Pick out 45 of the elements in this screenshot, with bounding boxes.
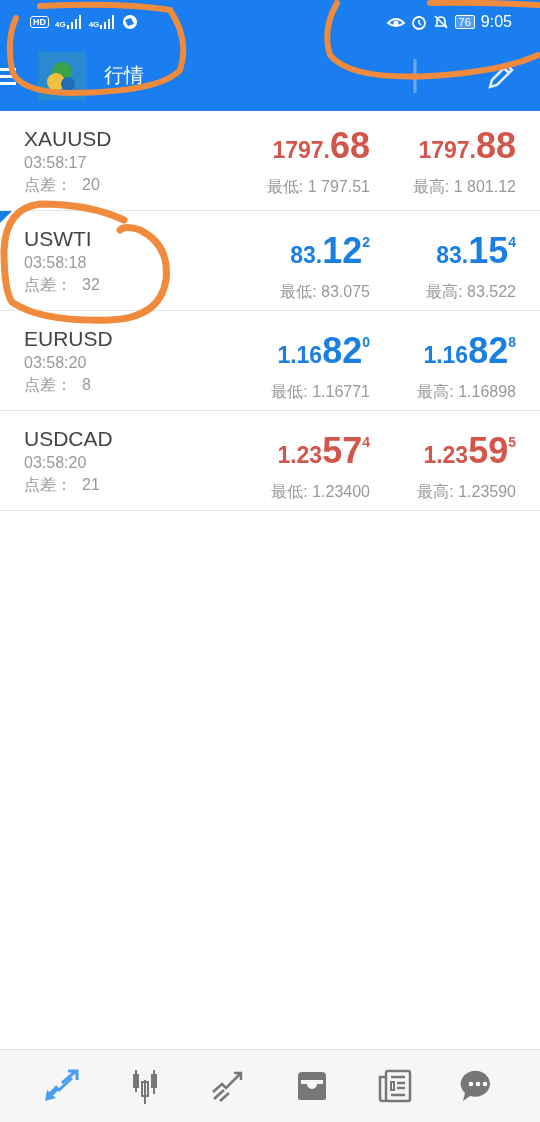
- network-label: 4G: [88, 20, 100, 29]
- signal-icon: [66, 15, 83, 29]
- screen-title: 行情: [104, 63, 144, 88]
- spread-label: 点差：: [24, 474, 72, 495]
- high-price: 最高: 1.23590: [417, 481, 516, 502]
- globe-icon: [122, 14, 139, 30]
- quote-time: 03:58:20: [24, 352, 88, 373]
- quote-time: 03:58:18: [24, 252, 88, 273]
- bid-price: 83.12$^{2}$: [290, 228, 370, 273]
- symbol-name: USWTI: [24, 225, 93, 252]
- spread-label: 点差：: [24, 374, 72, 395]
- ask-price: 1.1682$^{8}$: [423, 328, 516, 373]
- spread-label: 点差：: [24, 174, 72, 195]
- spread-value: 8: [82, 374, 91, 395]
- high-price: 最高: 1.16898: [417, 381, 516, 402]
- menu-icon[interactable]: [0, 66, 16, 85]
- low-price: 最低: 1.16771: [271, 381, 370, 402]
- spread-value: 21: [82, 474, 100, 495]
- high-price: 最高: 83.522: [426, 281, 516, 302]
- signal-icon: [100, 15, 117, 29]
- symbol-name: XAUUSD: [24, 125, 113, 152]
- quote-time: 03:58:17: [24, 152, 88, 173]
- spread-value: 32: [82, 274, 100, 295]
- ask-price: 1797.88: [418, 124, 516, 168]
- eye-icon: [386, 15, 405, 29]
- symbol-name: EURUSD: [24, 325, 114, 352]
- ask-price: 83.15$^{4}$: [436, 228, 516, 273]
- symbol-name: USDCAD: [24, 425, 114, 452]
- spread-label: 点差：: [24, 274, 72, 295]
- high-price: 最高: 1 801.12: [412, 177, 516, 197]
- bid-price: 1.1682$^{0}$: [277, 328, 370, 373]
- alarm-icon: [410, 14, 427, 30]
- low-price: 最低: 83.075: [280, 281, 370, 302]
- bid-price: 1.2357$^{4}$: [277, 428, 370, 473]
- hd-label: HD: [30, 16, 49, 28]
- spread-value: 20: [82, 174, 100, 195]
- low-price: 最低: 1 797.51: [266, 177, 370, 197]
- battery-indicator: 76: [454, 15, 475, 29]
- quote-time: 03:58:20: [24, 452, 88, 473]
- bell-off-icon: [432, 14, 449, 30]
- ask-price: 1.2359$^{5}$: [423, 428, 516, 473]
- bid-price: 1797.68: [272, 124, 370, 168]
- network-label: 4G: [55, 20, 66, 29]
- low-price: 最低: 1.23400: [271, 481, 370, 502]
- clock-time: 9:05: [480, 13, 512, 31]
